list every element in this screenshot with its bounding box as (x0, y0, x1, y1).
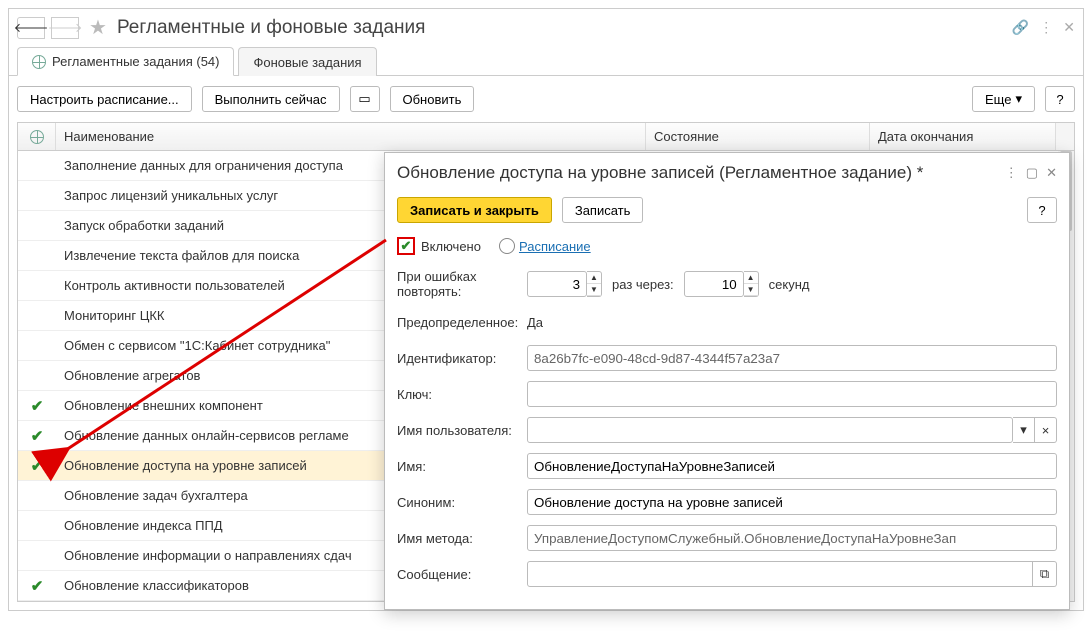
retry-label: При ошибках повторять: (397, 269, 527, 299)
syn-label: Синоним: (397, 495, 527, 510)
run-now-button[interactable]: Выполнить сейчас (202, 86, 340, 112)
help-button[interactable]: ? (1027, 197, 1057, 223)
help-button[interactable]: ? (1045, 86, 1075, 112)
tab-label: Фоновые задания (253, 55, 361, 70)
predefined-label: Предопределенное: (397, 315, 527, 330)
table-header: Наименование Состояние Дата окончания (18, 123, 1074, 151)
clear-button[interactable]: × (1035, 417, 1057, 443)
col-state[interactable]: Состояние (646, 123, 870, 150)
msg-field[interactable] (527, 561, 1033, 587)
syn-field[interactable] (527, 489, 1057, 515)
job-dialog: Обновление доступа на уровне записей (Ре… (384, 152, 1070, 610)
spin-up-icon[interactable]: ▲ (744, 272, 758, 284)
page-title: Регламентные и фоновые задания (117, 17, 425, 39)
msg-label: Сообщение: (397, 567, 527, 582)
check-icon: ✔ (31, 457, 44, 475)
close-icon[interactable]: ✕ (1063, 19, 1075, 36)
toolbar: Настроить расписание... Выполнить сейчас… (9, 76, 1083, 122)
save-close-button[interactable]: Записать и закрыть (397, 197, 552, 223)
close-icon[interactable]: ✕ (1046, 165, 1057, 181)
schedule-button[interactable]: Настроить расписание... (17, 86, 192, 112)
check-icon: ✔ (401, 238, 412, 254)
globe-icon (30, 130, 44, 144)
method-field (527, 525, 1057, 551)
clock-icon (499, 238, 515, 254)
tabs: Регламентные задания (54) Фоновые задани… (9, 46, 1083, 76)
dialog-titlebar: Обновление доступа на уровне записей (Ре… (385, 153, 1069, 193)
refresh-button[interactable]: Обновить (390, 86, 475, 112)
tab-scheduled[interactable]: Регламентные задания (54) (17, 47, 234, 76)
enabled-label: Включено (421, 239, 481, 254)
spin-down-icon[interactable]: ▼ (587, 284, 601, 296)
kebab-icon[interactable]: ⋮ (1039, 19, 1053, 36)
enabled-checkbox[interactable]: ✔ (397, 237, 415, 255)
more-button[interactable]: Еще▾ (972, 86, 1035, 112)
link-icon[interactable]: 🔗 (1012, 19, 1029, 36)
retry-mid-label: раз через: (612, 277, 674, 292)
name-field[interactable] (527, 453, 1057, 479)
retry-count-input[interactable] (527, 271, 587, 297)
check-icon: ✔ (31, 427, 44, 445)
dropdown-button[interactable]: ▾ (1013, 417, 1035, 443)
globe-icon (32, 55, 46, 69)
retry-unit-label: секунд (769, 277, 810, 292)
save-button[interactable]: Записать (562, 197, 644, 223)
key-field[interactable] (527, 381, 1057, 407)
schedule-link[interactable]: Расписание (519, 239, 591, 254)
favorite-icon[interactable]: ★ (89, 15, 107, 40)
tab-label: Регламентные задания (54) (52, 54, 219, 69)
check-icon: ✔ (31, 577, 44, 595)
user-label: Имя пользователя: (397, 423, 527, 438)
tab-background[interactable]: Фоновые задания (238, 47, 376, 76)
retry-interval-input[interactable] (684, 271, 744, 297)
method-label: Имя метода: (397, 531, 527, 546)
id-label: Идентификатор: (397, 351, 527, 366)
retry-interval-spinner[interactable]: ▲▼ (684, 271, 759, 297)
col-end-date[interactable]: Дата окончания (870, 123, 1056, 150)
display-button[interactable]: ▭ (350, 86, 380, 112)
predefined-value: Да (527, 315, 543, 330)
user-field[interactable] (527, 417, 1013, 443)
col-name[interactable]: Наименование (56, 123, 646, 150)
id-field (527, 345, 1057, 371)
dialog-toolbar: Записать и закрыть Записать ? (385, 193, 1069, 233)
check-icon: ✔ (31, 397, 44, 415)
maximize-icon[interactable]: ▢ (1026, 165, 1038, 181)
forward-button[interactable]: 🡒 (51, 17, 79, 39)
titlebar: 🡐 🡒 ★ Регламентные и фоновые задания 🔗 ⋮… (9, 9, 1083, 46)
expand-button[interactable]: ⧉ (1033, 561, 1057, 587)
kebab-icon[interactable]: ⋮ (1005, 165, 1018, 181)
name-label: Имя: (397, 459, 527, 474)
back-button[interactable]: 🡐 (17, 17, 45, 39)
dialog-title: Обновление доступа на уровне записей (Ре… (397, 163, 997, 183)
spin-down-icon[interactable]: ▼ (744, 284, 758, 296)
key-label: Ключ: (397, 387, 527, 402)
retry-count-spinner[interactable]: ▲▼ (527, 271, 602, 297)
spin-up-icon[interactable]: ▲ (587, 272, 601, 284)
